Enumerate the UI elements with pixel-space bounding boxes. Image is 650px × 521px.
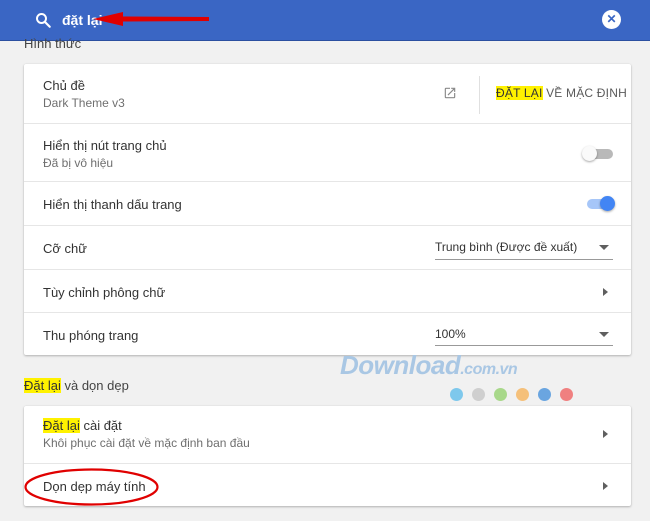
watermark-dot bbox=[560, 388, 573, 401]
select-underline bbox=[435, 259, 613, 260]
chevron-right-icon bbox=[603, 482, 608, 490]
section-title-appearance: Hình thức bbox=[24, 36, 82, 51]
toggle-knob bbox=[600, 196, 615, 211]
dropdown-arrow-icon bbox=[599, 245, 609, 250]
chevron-right-icon bbox=[603, 430, 608, 438]
annotation-ellipse bbox=[24, 468, 159, 506]
watermark-dot bbox=[494, 388, 507, 401]
theme-title: Chủ đề bbox=[43, 78, 85, 93]
home-button-title: Hiển thị nút trang chủ bbox=[43, 138, 167, 153]
chevron-right-icon bbox=[603, 288, 608, 296]
reset-settings-title: Đặt lại cài đặt bbox=[43, 418, 122, 433]
reset-settings-rest: cài đặt bbox=[79, 418, 122, 433]
bookmarks-bar-title: Hiển thị thanh dấu trang bbox=[43, 197, 182, 212]
theme-subtitle: Dark Theme v3 bbox=[43, 96, 125, 110]
annotation-arrow bbox=[93, 12, 209, 26]
watermark-dot bbox=[516, 388, 529, 401]
section-reset-rest: và dọn dẹp bbox=[60, 378, 129, 393]
reset-settings-highlight: Đặt lại bbox=[43, 418, 80, 433]
section-reset-highlight: Đặt lại bbox=[24, 378, 61, 393]
toggle-knob bbox=[582, 146, 597, 161]
watermark-dot bbox=[538, 388, 551, 401]
home-button-row[interactable]: Hiển thị nút trang chủ Đã bị vô hiệu bbox=[24, 123, 631, 181]
page-zoom-title: Thu phóng trang bbox=[43, 328, 139, 343]
select-underline bbox=[435, 345, 613, 346]
reset-settings-row[interactable]: Đặt lại cài đặt Khôi phục cài đặt về mặc… bbox=[24, 406, 631, 463]
watermark-dot bbox=[450, 388, 463, 401]
page-zoom-row: Thu phóng trang 100% bbox=[24, 312, 631, 355]
bookmarks-bar-row[interactable]: Hiển thị thanh dấu trang bbox=[24, 181, 631, 225]
reset-rest: VỀ MẶC ĐỊNH bbox=[542, 86, 627, 100]
font-size-row: Cỡ chữ Trung bình (Được đề xuất) bbox=[24, 225, 631, 269]
page-zoom-value: 100% bbox=[435, 327, 466, 341]
theme-row: Chủ đề Dark Theme v3 ĐẶT LẠI VỀ MẶC ĐỊNH bbox=[24, 64, 631, 123]
font-size-value: Trung bình (Được đề xuất) bbox=[435, 240, 578, 254]
reset-theme-button[interactable]: ĐẶT LẠI VỀ MẶC ĐỊNH bbox=[496, 86, 627, 100]
customize-fonts-title: Tùy chỉnh phông chữ bbox=[43, 285, 166, 300]
divider bbox=[479, 76, 480, 114]
dropdown-arrow-icon bbox=[599, 332, 609, 337]
appearance-card: Chủ đề Dark Theme v3 ĐẶT LẠI VỀ MẶC ĐỊNH… bbox=[24, 64, 631, 355]
external-link-icon[interactable] bbox=[443, 86, 457, 100]
search-icon[interactable] bbox=[34, 11, 52, 29]
search-bar: ✕ bbox=[0, 0, 650, 41]
watermark-logo: Download.com.vn bbox=[340, 350, 518, 380]
font-size-title: Cỡ chữ bbox=[43, 241, 87, 256]
close-icon[interactable]: ✕ bbox=[602, 10, 621, 29]
watermark-dot bbox=[472, 388, 485, 401]
home-button-subtitle: Đã bị vô hiệu bbox=[43, 156, 114, 170]
reset-highlight: ĐẶT LẠI bbox=[496, 86, 543, 100]
section-title-reset: Đặt lại và dọn dẹp bbox=[24, 378, 129, 393]
customize-fonts-row[interactable]: Tùy chỉnh phông chữ bbox=[24, 269, 631, 312]
reset-settings-subtitle: Khôi phục cài đặt về mặc định ban đầu bbox=[43, 436, 250, 450]
